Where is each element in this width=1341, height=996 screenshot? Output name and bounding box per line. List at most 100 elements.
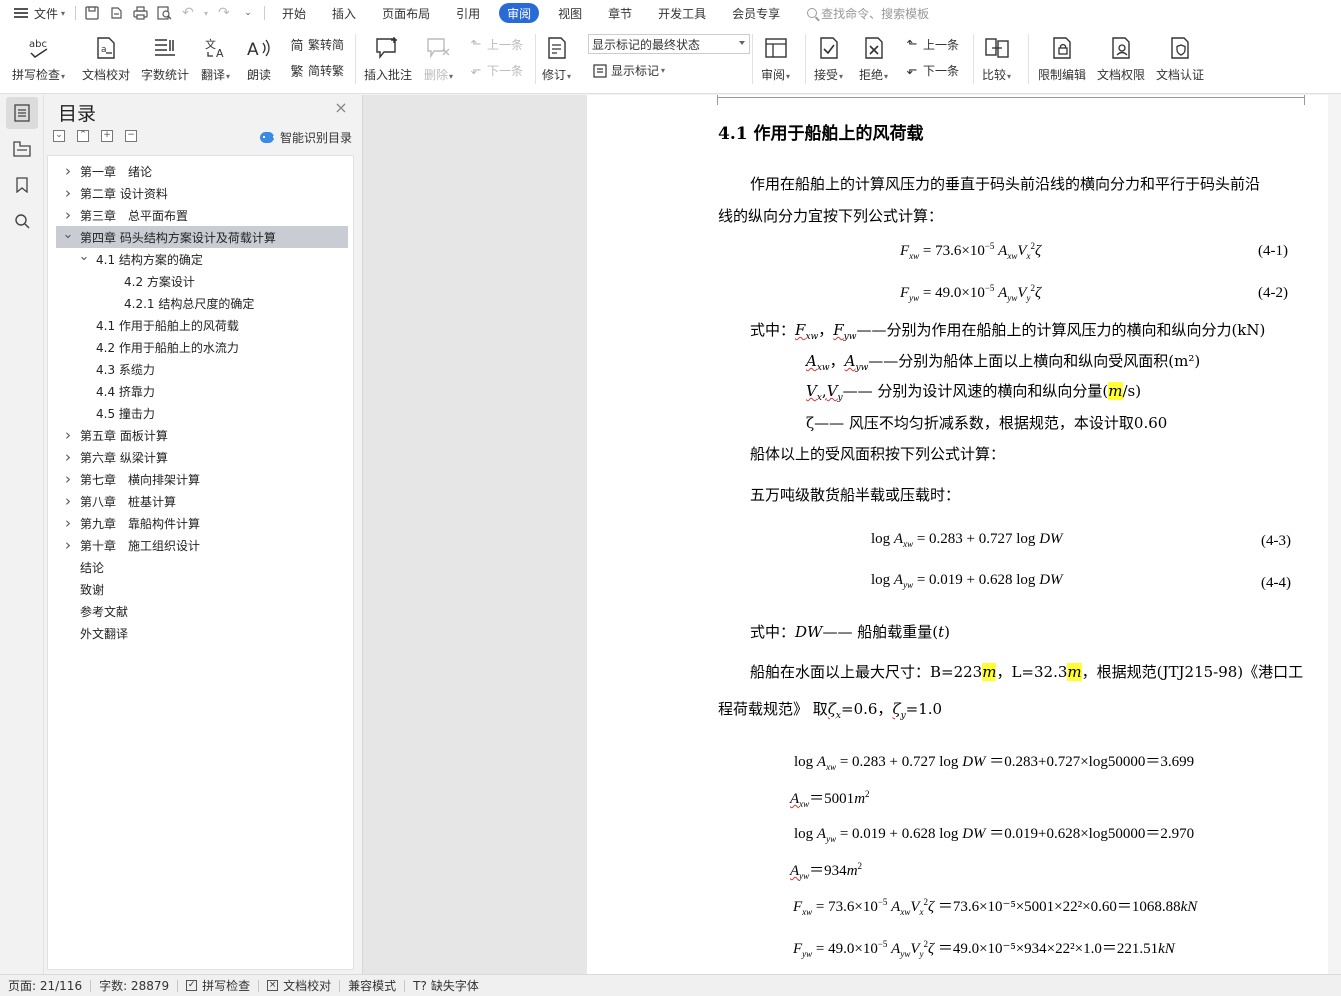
toc-item[interactable]: 4.4 挤靠力: [56, 380, 348, 402]
tab-references[interactable]: 引用: [443, 0, 493, 26]
chevron-right-icon[interactable]: ›: [62, 492, 74, 510]
toc-item[interactable]: › 第十章 施工组织设计: [56, 534, 348, 556]
svg-text:A: A: [247, 40, 259, 60]
undo-icon[interactable]: ↶: [176, 2, 200, 24]
to-traditional-button[interactable]: 简 繁转简: [289, 36, 344, 54]
spell-check-button[interactable]: abc 拼写检查▾: [12, 34, 65, 83]
toc-item[interactable]: › 第一章 绪论: [56, 160, 348, 182]
chevron-down-icon[interactable]: ⌄: [78, 249, 90, 264]
doc-permission-button[interactable]: 文档权限: [1097, 34, 1145, 83]
insert-comment-button[interactable]: 插入批注: [364, 34, 412, 83]
tab-home[interactable]: 开始: [269, 0, 319, 26]
toc-item[interactable]: 参考文献: [56, 600, 348, 622]
tab-insert[interactable]: 插入: [319, 0, 369, 26]
tab-page-layout[interactable]: 页面布局: [369, 0, 443, 26]
chevron-down-icon[interactable]: ⌄: [62, 227, 74, 242]
accept-button[interactable]: 接受▾: [814, 34, 843, 83]
doc-cert-button[interactable]: 文档认证: [1156, 34, 1204, 83]
file-menu[interactable]: 文件 ▾: [0, 0, 71, 26]
chevron-right-icon[interactable]: ›: [62, 448, 74, 466]
add-heading-icon[interactable]: +: [101, 130, 113, 142]
show-markup-button[interactable]: 显示标记 ▾: [592, 62, 665, 79]
save-icon[interactable]: [80, 2, 104, 24]
toc-item[interactable]: › 第九章 靠船构件计算: [56, 512, 348, 534]
chevron-right-icon[interactable]: ›: [62, 162, 74, 180]
certified-document-icon: [1166, 34, 1194, 62]
toc-item-label: 4.2.1 结构总尺度的确定: [124, 296, 255, 311]
toc-item[interactable]: 致谢: [56, 578, 348, 600]
toc-pane-icon[interactable]: [6, 97, 38, 129]
vertical-scrollbar[interactable]: [1328, 95, 1341, 974]
chevron-right-icon[interactable]: ›: [62, 184, 74, 202]
toc-item[interactable]: 4.1 作用于船舶上的风荷载: [56, 314, 348, 336]
chevron-down-icon[interactable]: ▾: [200, 2, 212, 24]
collapse-all-icon[interactable]: ⌄: [53, 130, 65, 142]
tab-review[interactable]: 审阅: [499, 3, 540, 23]
smart-toc-button[interactable]: 智能识别目录: [260, 129, 352, 146]
chevron-right-icon[interactable]: ›: [62, 426, 74, 444]
page-indicator[interactable]: 页面: 21/116: [0, 977, 90, 994]
tab-section[interactable]: 章节: [595, 0, 645, 26]
toc-item[interactable]: › 第七章 横向排架计算: [56, 468, 348, 490]
track-changes-label: 修订: [542, 68, 567, 82]
chevron-right-icon[interactable]: ›: [62, 470, 74, 488]
search-icon[interactable]: [6, 205, 38, 237]
spell-check-status[interactable]: ✓ 拼写检查: [178, 977, 258, 994]
close-icon[interactable]: ×: [334, 100, 348, 116]
missing-font-status[interactable]: T? 缺失字体: [405, 977, 487, 994]
tab-view[interactable]: 视图: [545, 0, 595, 26]
toc-item[interactable]: 4.2.1 结构总尺度的确定: [56, 292, 348, 314]
svg-text:a: a: [101, 45, 107, 55]
next-comment-button[interactable]: ⬐ 下一条: [468, 62, 523, 79]
command-search[interactable]: 查找命令、搜索模板: [807, 5, 929, 22]
toc-item[interactable]: › 第三章 总平面布置: [56, 204, 348, 226]
tab-member[interactable]: 会员专享: [719, 0, 793, 26]
calc-line: log Ayw = 0.019 + 0.628 log DW ＝0.019+0.…: [794, 826, 1195, 844]
toc-item[interactable]: › 第五章 面板计算: [56, 424, 348, 446]
translate-button[interactable]: 文A 翻译▾: [201, 34, 230, 83]
toc-item[interactable]: › 第八章 桩基计算: [56, 490, 348, 512]
chevron-right-icon[interactable]: ›: [62, 536, 74, 554]
toc-item[interactable]: ⌄ 4.1 结构方案的确定: [56, 248, 348, 270]
toc-item[interactable]: 4.2 作用于船舶上的水流力: [56, 336, 348, 358]
prev-change-button[interactable]: ⬑ 上一条: [904, 36, 959, 53]
doc-proof-status[interactable]: × 文档校对: [259, 977, 339, 994]
toc-item[interactable]: › 第二章 设计资料: [56, 182, 348, 204]
restrict-edit-button[interactable]: 限制编辑: [1038, 34, 1086, 83]
review-pane-button[interactable]: 审阅▾: [761, 34, 790, 83]
doc-proof-button[interactable]: a 文档校对: [82, 34, 130, 83]
print-icon[interactable]: [128, 2, 152, 24]
reject-button[interactable]: 拒绝▾: [859, 34, 888, 83]
expand-up-icon[interactable]: ⌃: [77, 130, 89, 142]
output-pdf-icon[interactable]: [104, 2, 128, 24]
prev-comment-button[interactable]: ⬑ 上一条: [468, 36, 523, 53]
print-preview-icon[interactable]: [152, 2, 176, 24]
remove-heading-icon[interactable]: −: [125, 130, 137, 142]
chevron-right-icon[interactable]: ›: [62, 514, 74, 532]
toc-item[interactable]: 外文翻译: [56, 622, 348, 644]
delete-comment-button[interactable]: 删除▾: [424, 34, 453, 83]
track-changes-button[interactable]: 修订▾: [542, 34, 571, 83]
next-change-button[interactable]: ⬐ 下一条: [904, 62, 959, 79]
to-simplified-button[interactable]: 繁 简转繁: [289, 62, 344, 80]
tab-developer[interactable]: 开发工具: [645, 0, 719, 26]
toc-item[interactable]: 4.3 系缆力: [56, 358, 348, 380]
toc-item[interactable]: 4.5 撞击力: [56, 402, 348, 424]
bookmark-icon[interactable]: [6, 169, 38, 201]
customize-chevron-icon[interactable]: ⌄: [236, 2, 260, 24]
toc-panel: 目录 × ⌄ ⌃ + − 智能识别目录 › 第一章 绪论 › 第二章 设计资料 › 第三章…: [44, 95, 362, 974]
document-page[interactable]: 4.1 作用于船舶上的风荷载 作用在船舶上的计算风压力的垂直于码头前沿线的横向分…: [587, 95, 1341, 974]
read-aloud-button[interactable]: A 朗读: [245, 34, 273, 83]
word-count-indicator[interactable]: 字数: 28879: [91, 977, 177, 994]
toc-item[interactable]: 结论: [56, 556, 348, 578]
markup-mode-select[interactable]: 显示标记的最终状态: [588, 34, 750, 54]
toc-item[interactable]: › 第六章 纵梁计算: [56, 446, 348, 468]
show-markup-icon: [592, 63, 608, 79]
chevron-right-icon[interactable]: ›: [62, 206, 74, 224]
compare-button[interactable]: 比较▾: [982, 34, 1011, 83]
word-count-button[interactable]: 字数统计: [141, 34, 189, 83]
redo-icon[interactable]: ↷: [212, 2, 236, 24]
toc-item[interactable]: 4.2 方案设计: [56, 270, 348, 292]
toc-item[interactable]: ⌄ 第四章 码头结构方案设计及荷载计算: [56, 226, 348, 248]
chapter-nav-icon[interactable]: [6, 133, 38, 165]
